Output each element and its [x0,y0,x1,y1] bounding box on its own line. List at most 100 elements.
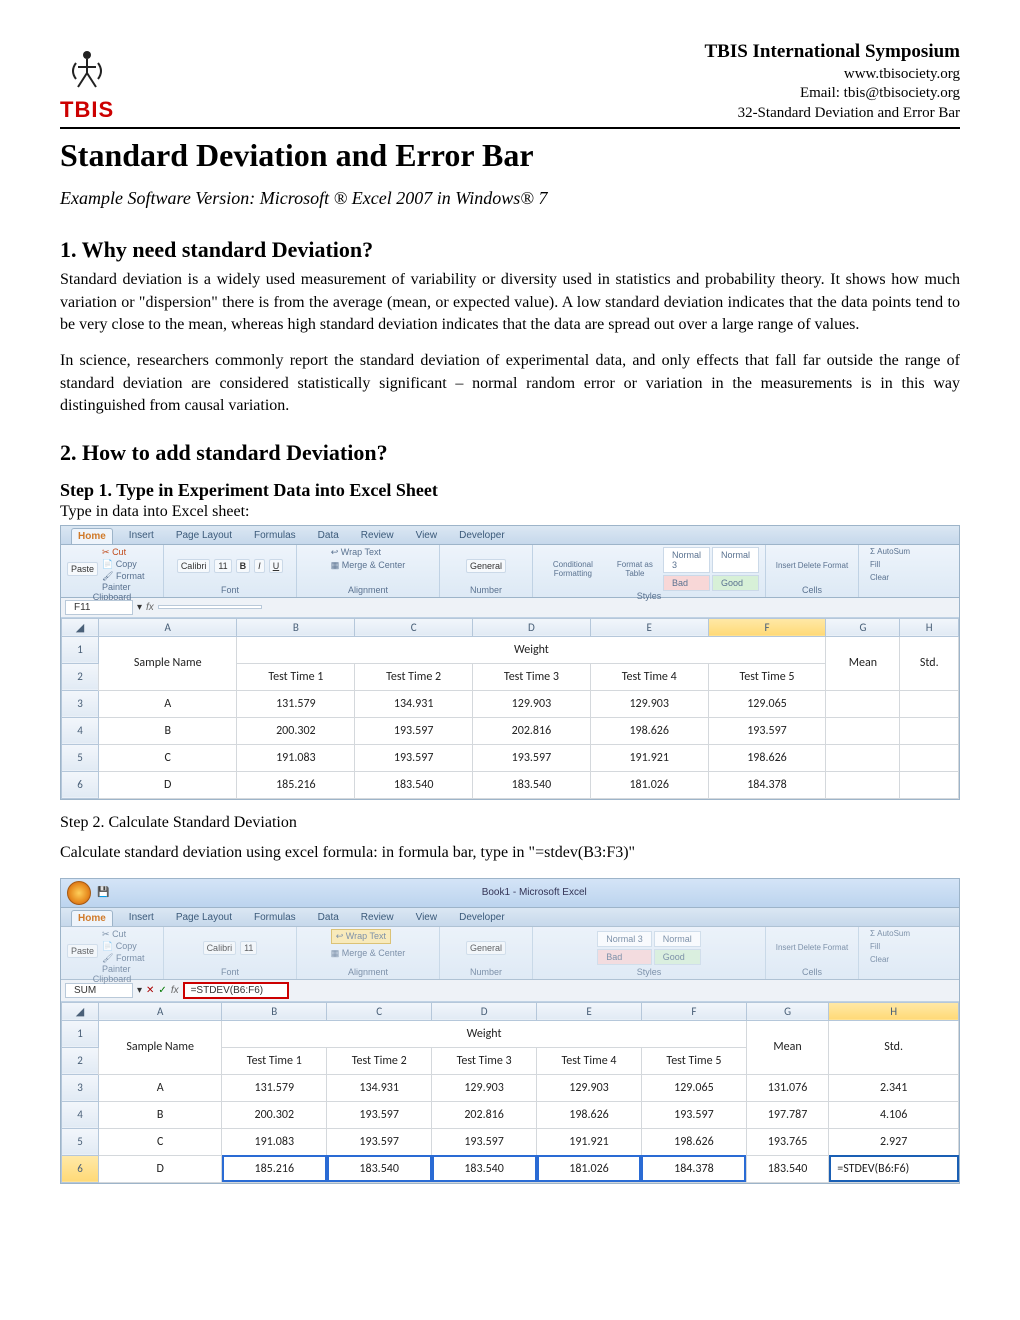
cell[interactable] [900,717,959,744]
number-format[interactable]: General [466,941,506,955]
cell[interactable]: C [99,744,237,771]
col-H[interactable]: H [829,1002,959,1020]
cell[interactable]: 193.597 [473,744,591,771]
style-normal[interactable]: Normal [712,547,759,573]
tab-formulas[interactable]: Formulas [248,910,302,926]
paste-button[interactable]: Paste [67,562,98,576]
row-1[interactable]: 1 [62,1020,99,1047]
autosum-button[interactable]: Σ AutoSum [870,547,910,556]
format-painter-button[interactable]: 🖌 Format Painter [102,953,157,974]
cell[interactable]: 185.216 [237,771,355,798]
insert-cells-button[interactable]: Insert [776,561,796,570]
cell-tt1[interactable]: Test Time 1 [222,1047,327,1074]
col-C[interactable]: C [355,618,473,636]
style-bad[interactable]: Bad [663,575,710,591]
cell[interactable]: 193.597 [355,717,473,744]
cell-std-header[interactable]: Std. [829,1020,959,1074]
cell[interactable]: A [99,1074,222,1101]
cell[interactable]: 193.597 [641,1101,746,1128]
cell[interactable]: 193.597 [355,744,473,771]
cell[interactable]: 184.378 [641,1155,746,1182]
cell-sample-name[interactable]: Sample Name [99,636,237,690]
cell[interactable]: B [99,1101,222,1128]
clear-button[interactable]: Clear [870,573,889,582]
merge-center-button[interactable]: ▦ Merge & Center [331,948,406,959]
cell[interactable]: 129.903 [590,690,708,717]
cell[interactable] [826,690,900,717]
cell-tt2[interactable]: Test Time 2 [355,663,473,690]
cell[interactable]: 202.816 [432,1101,537,1128]
col-D[interactable]: D [432,1002,537,1020]
cell[interactable]: D [99,771,237,798]
cell-tt3[interactable]: Test Time 3 [473,663,591,690]
row-6[interactable]: 6 [62,1155,99,1182]
fx-icon[interactable]: fx [171,985,179,996]
cut-button[interactable]: ✂ Cut [102,547,157,558]
cell-tt4[interactable]: Test Time 4 [590,663,708,690]
style-normal3[interactable]: Normal 3 [663,547,710,573]
cell[interactable]: 193.597 [708,717,826,744]
cell[interactable]: 191.921 [590,744,708,771]
name-box[interactable]: SUM [65,983,133,998]
fill-button[interactable]: Fill [870,942,880,951]
cell[interactable]: 184.378 [708,771,826,798]
cell[interactable]: B [99,717,237,744]
cell[interactable]: 4.106 [829,1101,959,1128]
formula-input[interactable] [158,605,262,609]
cell[interactable]: 197.787 [746,1101,828,1128]
row-2[interactable]: 2 [62,1047,99,1074]
style-normal3[interactable]: Normal 3 [597,931,652,947]
qat-save-icon[interactable]: 💾 [97,887,109,898]
cell[interactable] [900,771,959,798]
cell[interactable]: A [99,690,237,717]
cell[interactable]: 129.903 [473,690,591,717]
row-2[interactable]: 2 [62,663,99,690]
cell[interactable]: D [99,1155,222,1182]
cell[interactable]: 183.540 [327,1155,432,1182]
tab-insert[interactable]: Insert [123,528,160,544]
cell-weight-header[interactable]: Weight [237,636,826,663]
cell[interactable]: 2.927 [829,1128,959,1155]
select-all-corner[interactable]: ◢ [62,618,99,636]
row-4[interactable]: 4 [62,1101,99,1128]
fill-button[interactable]: Fill [870,560,880,569]
dropdown-icon[interactable]: ▾ [137,985,142,996]
col-G[interactable]: G [826,618,900,636]
col-G[interactable]: G [746,1002,828,1020]
cell[interactable]: 183.540 [432,1155,537,1182]
conditional-formatting-button[interactable]: Conditional Formatting [539,560,607,578]
cell[interactable] [826,771,900,798]
col-B[interactable]: B [237,618,355,636]
cell[interactable] [826,717,900,744]
cell[interactable] [826,744,900,771]
formula-input[interactable]: =STDEV(B6:F6) [183,982,289,999]
tab-page-layout[interactable]: Page Layout [170,910,238,926]
row-5[interactable]: 5 [62,1128,99,1155]
col-E[interactable]: E [537,1002,642,1020]
tab-developer[interactable]: Developer [453,528,511,544]
wrap-text-button[interactable]: ↩ Wrap Text [331,547,381,558]
cell[interactable]: 198.626 [590,717,708,744]
cell-mean-header[interactable]: Mean [826,636,900,690]
underline-button[interactable]: U [269,559,284,573]
col-C[interactable]: C [327,1002,432,1020]
format-cells-button[interactable]: Format [823,943,848,952]
col-A[interactable]: A [99,618,237,636]
cell[interactable]: 181.026 [537,1155,642,1182]
tab-developer[interactable]: Developer [453,910,511,926]
row-1[interactable]: 1 [62,636,99,663]
select-all-corner[interactable]: ◢ [62,1002,99,1020]
cell[interactable]: 185.216 [222,1155,327,1182]
number-format[interactable]: General [466,559,506,573]
tab-data[interactable]: Data [312,528,345,544]
delete-cells-button[interactable]: Delete [798,943,821,952]
cell[interactable]: 134.931 [327,1074,432,1101]
col-H[interactable]: H [900,618,959,636]
tab-formulas[interactable]: Formulas [248,528,302,544]
tab-review[interactable]: Review [355,528,400,544]
cell[interactable]: 191.083 [237,744,355,771]
dropdown-icon[interactable]: ▾ [137,602,142,613]
cell[interactable]: 198.626 [537,1101,642,1128]
cell[interactable]: 131.076 [746,1074,828,1101]
tab-data[interactable]: Data [312,910,345,926]
